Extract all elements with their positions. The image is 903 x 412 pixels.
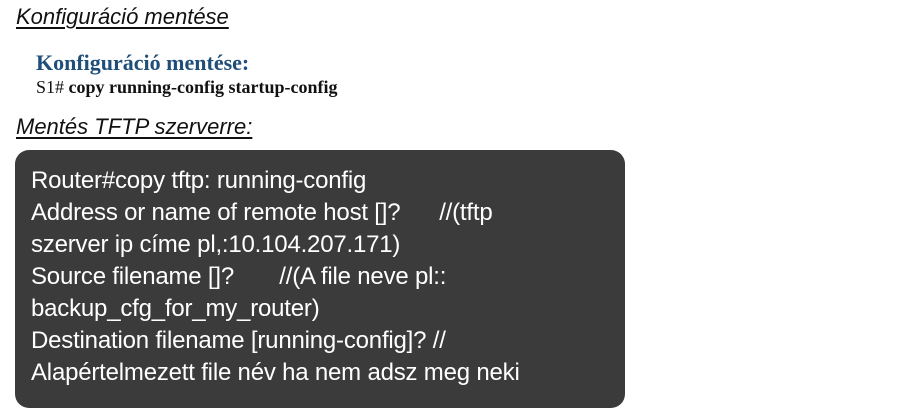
save-config-command-line: S1# copy running-config startup-config [36,76,338,98]
console-line: Router#copy tftp: running-config [31,167,367,194]
console-line: Source filename []? //(A file neve pl:: [31,263,447,290]
console-line: szerver ip címe pl,:10.104.207.171) [31,231,401,258]
section-heading-tftp-save: Mentés TFTP szerverre: [16,114,253,139]
console-line: Alapértelmezett file név ha nem adsz meg… [31,359,520,386]
console-line: Address or name of remote host []? //(tf… [31,199,493,226]
cli-command: copy running-config startup-config [68,77,338,97]
console-line: Destination filename [running-config]? /… [31,327,446,354]
console-box: Router#copy tftp: running-config Address… [15,150,625,408]
section-heading-save-config: Konfiguráció mentése [16,4,229,29]
save-config-title: Konfiguráció mentése: [36,50,250,75]
save-config-block: Konfiguráció mentése: S1# copy running-c… [36,50,338,98]
cli-prompt: S1# [36,77,65,97]
console-line: backup_cfg_for_my_router) [31,295,320,322]
